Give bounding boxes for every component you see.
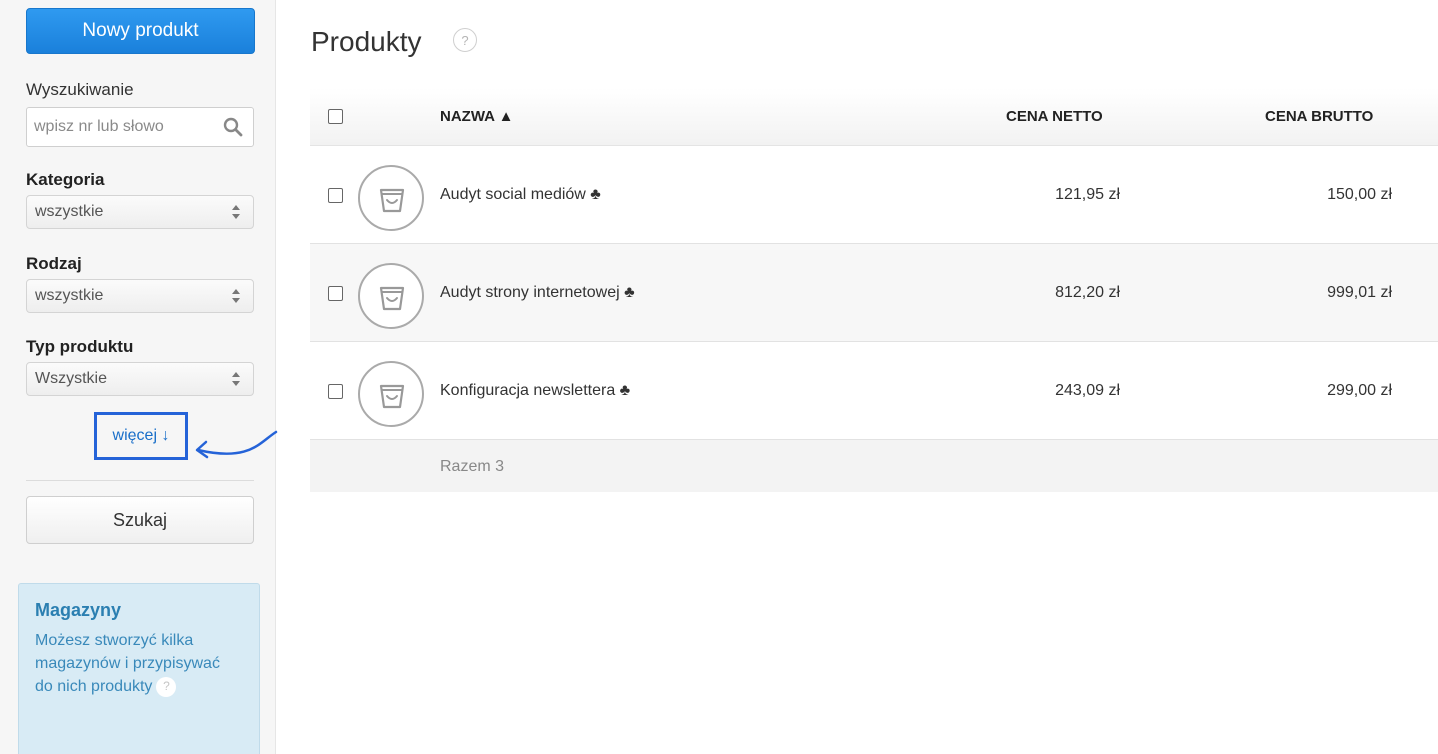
product-icon (358, 165, 424, 231)
product-name[interactable]: Audyt social mediów ♣ (440, 186, 601, 204)
column-header-net-price[interactable]: CENA NETTO (1006, 108, 1103, 125)
total-count: Razem 3 (440, 458, 505, 475)
product-name[interactable]: Konfiguracja newslettera ♣ (440, 382, 630, 400)
select-arrows-icon (232, 372, 240, 386)
table-header: NAZWA ▲ CENA NETTO CENA BRUTTO (310, 88, 1438, 146)
product-basket-icon (379, 188, 405, 213)
column-header-name[interactable]: NAZWA ▲ (440, 108, 513, 125)
help-icon[interactable]: ? (453, 28, 477, 52)
category-label: Kategoria (26, 170, 105, 189)
page-title: Produkty (311, 26, 422, 57)
row-checkbox[interactable] (328, 384, 343, 399)
search-label: Wyszukiwanie (26, 80, 134, 99)
row-checkbox[interactable] (328, 286, 343, 301)
gross-price: 299,00 zł (1327, 382, 1392, 399)
search-button[interactable]: Szukaj (26, 496, 254, 544)
info-title: Magazyny (35, 600, 122, 620)
product-icon (358, 263, 424, 329)
product-type-select-value: Wszystkie (35, 370, 107, 387)
kind-select[interactable]: wszystkie (26, 279, 254, 313)
column-header-gross-price[interactable]: CENA BRUTTO (1265, 108, 1373, 125)
product-name[interactable]: Audyt strony internetowej ♣ (440, 284, 635, 302)
net-price: 121,95 zł (1055, 186, 1120, 203)
gross-price: 999,01 zł (1327, 284, 1392, 301)
table-row[interactable]: Audyt social mediów ♣ 121,95 zł 150,00 z… (310, 146, 1438, 244)
search-icon[interactable] (223, 117, 243, 137)
product-icon (358, 361, 424, 427)
product-basket-icon (379, 384, 405, 409)
product-type-label: Typ produktu (26, 337, 134, 356)
help-icon[interactable]: ? (156, 676, 177, 697)
warehouses-info-box: Magazyny Możesz stworzyć kilka magazynów… (18, 583, 260, 754)
table-row[interactable]: Konfiguracja newslettera ♣ 243,09 zł 299… (310, 342, 1438, 440)
divider (26, 480, 254, 481)
select-arrows-icon (232, 289, 240, 303)
info-text: Możesz stworzyć kilka magazynów i przypi… (35, 629, 235, 698)
products-table: NAZWA ▲ CENA NETTO CENA BRUTTO Audyt soc… (310, 88, 1438, 492)
net-price: 812,20 zł (1055, 284, 1120, 301)
select-arrows-icon (232, 205, 240, 219)
search-input[interactable] (27, 108, 217, 146)
sidebar: Nowy produkt Wyszukiwanie Kategoria wszy… (0, 0, 276, 754)
product-basket-icon (379, 286, 405, 311)
row-checkbox[interactable] (328, 188, 343, 203)
table-row[interactable]: Audyt strony internetowej ♣ 812,20 zł 99… (310, 244, 1438, 342)
kind-label: Rodzaj (26, 254, 82, 273)
info-text-body: Możesz stworzyć kilka magazynów i przypi… (35, 632, 220, 695)
select-all-checkbox[interactable] (328, 109, 343, 124)
net-price: 243,09 zł (1055, 382, 1120, 399)
category-select-value: wszystkie (35, 203, 104, 220)
new-product-button[interactable]: Nowy produkt (26, 8, 255, 54)
more-filters-link[interactable]: więcej ↓ (94, 412, 188, 460)
annotation-arrow (195, 430, 278, 459)
table-footer: Razem 3 (310, 440, 1438, 492)
product-type-select[interactable]: Wszystkie (26, 362, 254, 396)
gross-price: 150,00 zł (1327, 186, 1392, 203)
category-select[interactable]: wszystkie (26, 195, 254, 229)
kind-select-value: wszystkie (35, 287, 104, 304)
search-box (26, 107, 254, 147)
